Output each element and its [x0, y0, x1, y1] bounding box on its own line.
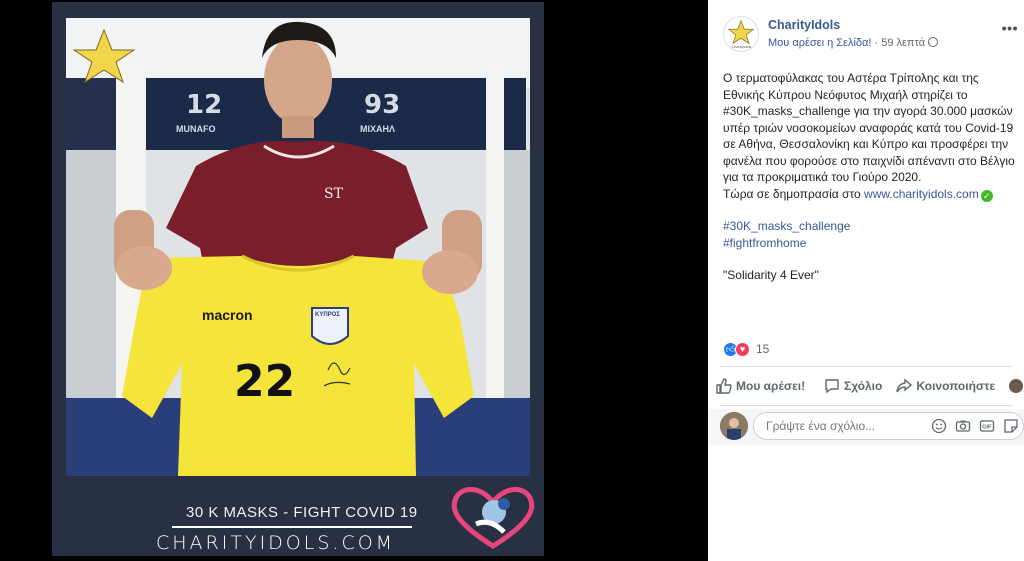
facebook-post-card: CharityIdols CharityIdols Μου αρέσει η Σ… — [708, 0, 1024, 561]
post-timestamp[interactable]: 59 λεπτά — [881, 37, 925, 49]
jersey-brand: macron — [202, 307, 253, 323]
post-body-text: Ο τερματοφύλακας του Αστέρα Τρίπολης και… — [723, 71, 1015, 184]
post-body: CharityIdols CharityIdols Μου αρέσει η Σ… — [708, 0, 1024, 445]
post-meta: Μου αρέσει η Σελίδα! · 59 λεπτά — [768, 37, 939, 49]
like-label: Μου αρέσει! — [736, 378, 806, 393]
player-photo: 12 MUNAFO 93 ΜΙΧΑΗΛ ST macron ΚΥΠΡΟΣ 22 — [66, 18, 530, 476]
like-page-link[interactable]: Μου αρέσει η Σελίδα! — [768, 37, 871, 49]
comment-label: Σχόλιο — [844, 379, 883, 393]
more-options-icon[interactable]: ••• — [1002, 20, 1018, 36]
user-avatar — [1009, 379, 1024, 393]
avatar-logo-text: CharityIdols — [732, 45, 752, 49]
reaction-count: 15 — [756, 342, 770, 356]
comment-icon — [825, 379, 839, 394]
gif-icon[interactable]: GIF — [979, 418, 995, 434]
share-button[interactable]: Κοινοποιήστε — [896, 378, 995, 394]
love-reaction-icon: ♥ — [735, 341, 750, 357]
caption-website: CHARITYIDOLS.COM — [156, 532, 396, 554]
thumbs-up-icon — [716, 378, 732, 394]
post-text: Ο τερματοφύλακας του Αστέρα Τρίπολης και… — [723, 70, 1019, 284]
divider — [720, 405, 1012, 406]
post-as-selector[interactable]: ▼ — [1009, 379, 1024, 393]
locker-number-93: 93 — [364, 90, 400, 120]
page-avatar[interactable]: CharityIdols — [723, 16, 759, 52]
reactions-summary[interactable]: 👍︎ ♥ 15 — [723, 340, 769, 358]
screenshot: 12 MUNAFO 93 ΜΙΧΑΗΛ ST macron ΚΥΠΡΟΣ 22 … — [0, 0, 1024, 561]
comment-composer: GIF — [708, 409, 1024, 445]
poster-caption: 30 K MASKS - FIGHT COVID 19 CHARITYIDOLS… — [52, 476, 544, 556]
auction-link[interactable]: www.charityidols.com — [864, 187, 979, 201]
comment-input[interactable] — [766, 419, 926, 433]
sticker-icon[interactable] — [1003, 418, 1019, 434]
post-actions: Μου αρέσει! Σχόλιο Κοινοποιήστε ▼ — [716, 368, 1024, 404]
divider — [720, 366, 1012, 367]
star-avatar-icon: CharityIdols — [727, 19, 755, 49]
emoji-icon[interactable] — [931, 418, 947, 434]
caption-divider — [172, 526, 412, 528]
share-icon — [896, 378, 913, 393]
comment-box[interactable]: GIF — [753, 412, 1024, 440]
shirt-logo: ST — [324, 186, 344, 202]
auction-line: Τώρα σε δημοπρασία στο www.charityidols.… — [723, 186, 1019, 203]
locker-name-munafo: MUNAFO — [176, 124, 216, 134]
post-header: CharityIdols CharityIdols Μου αρέσει η Σ… — [708, 14, 1024, 54]
share-label: Κοινοποιήστε — [916, 379, 996, 393]
auction-text: Τώρα σε δημοπρασία στο — [723, 186, 865, 201]
comment-button[interactable]: Σχόλιο — [824, 378, 882, 394]
hashtag-30k-masks[interactable]: #30K_masks_challenge — [723, 218, 1019, 235]
locker-name-michail: ΜΙΧΑΗΛ — [360, 124, 395, 134]
post-image[interactable]: 12 MUNAFO 93 ΜΙΧΑΗΛ ST macron ΚΥΠΡΟΣ 22 … — [52, 2, 544, 556]
commenter-avatar — [720, 412, 748, 440]
jersey-crest: ΚΥΠΡΟΣ — [315, 312, 340, 318]
jersey-number: 22 — [234, 356, 295, 407]
caption-campaign: 30 K MASKS - FIGHT COVID 19 — [186, 504, 418, 521]
check-icon: ✓ — [980, 189, 993, 202]
camera-icon[interactable] — [955, 418, 971, 434]
locker-number-12: 12 — [186, 90, 222, 120]
comment-tools: GIF — [923, 418, 1019, 434]
avatar-photo — [720, 412, 748, 440]
globe-icon — [928, 37, 939, 47]
heart-logo-icon — [451, 487, 535, 549]
like-button[interactable]: Μου αρέσει! — [716, 378, 810, 394]
meta-separator: · — [871, 37, 882, 49]
svg-text:GIF: GIF — [982, 425, 992, 431]
page-name-link[interactable]: CharityIdols — [768, 18, 840, 32]
post-quote: "Solidarity 4 Ever" — [723, 268, 819, 282]
hashtag-fightfromhome[interactable]: #fightfromhome — [723, 235, 1019, 252]
